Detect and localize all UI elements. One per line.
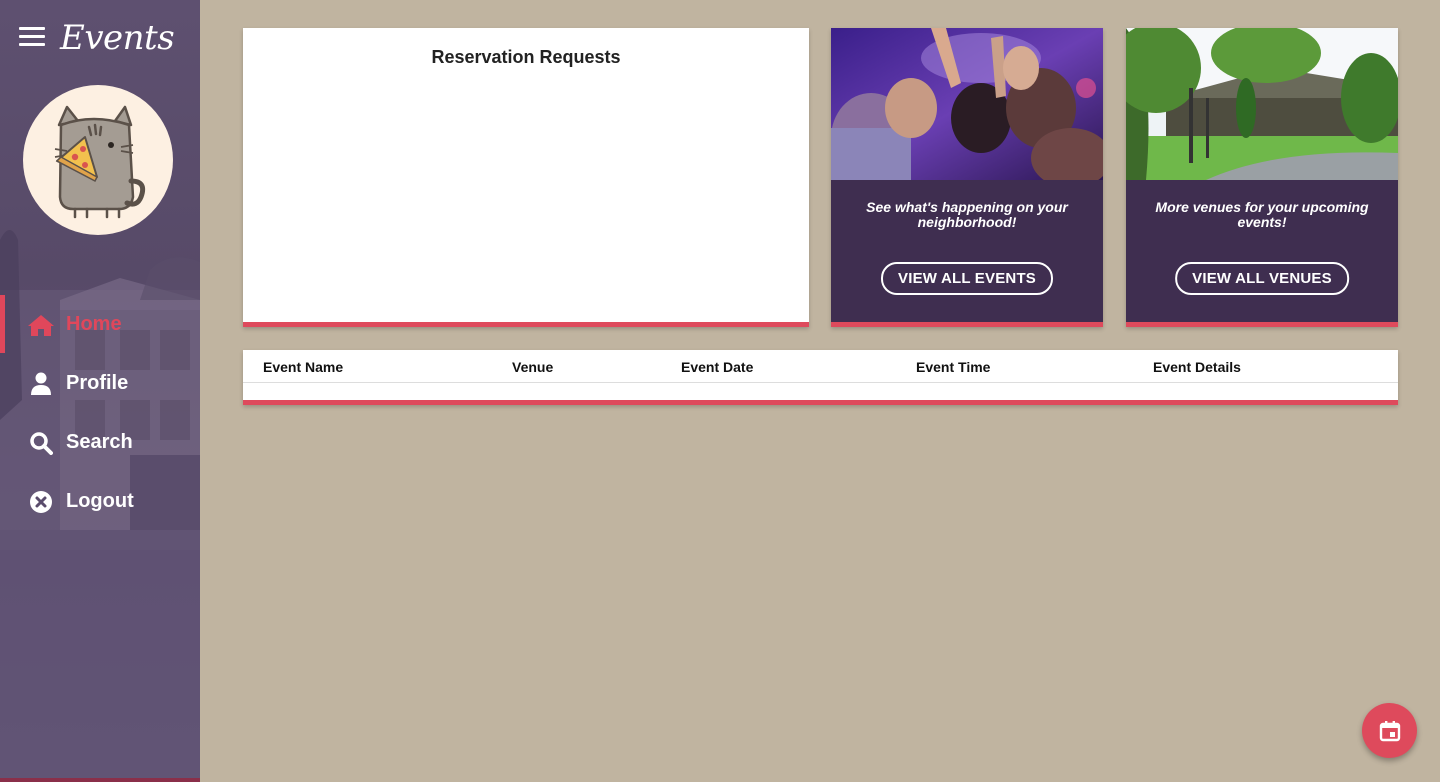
app-brand: Events — [60, 18, 175, 58]
events-promo-card: See what's happening on your neighborhoo… — [831, 28, 1103, 327]
sidebar-item-search[interactable]: Search — [0, 413, 200, 472]
party-crowd-photo — [831, 28, 1103, 180]
column-header-event-time[interactable]: Event Time — [916, 359, 990, 375]
sidebar-nav: Home Profile Search Logout — [0, 295, 200, 531]
column-header-event-details[interactable]: Event Details — [1153, 359, 1241, 375]
venues-promo-text: More venues for your upcoming events! — [1155, 199, 1369, 230]
reservation-requests-title: Reservation Requests — [431, 47, 621, 67]
reservation-requests-card: Reservation Requests — [243, 28, 809, 327]
user-icon — [26, 369, 56, 399]
events-promo-text: See what's happening on your neighborhoo… — [866, 199, 1068, 230]
close-circle-icon — [26, 487, 56, 517]
calendar-icon — [1379, 720, 1400, 741]
events-table: Event Name Venue Event Date Event Time E… — [243, 350, 1398, 405]
sidebar-item-home[interactable]: Home — [0, 295, 200, 354]
table-header: Event Name Venue Event Date Event Time E… — [243, 350, 1398, 383]
sidebar-item-logout[interactable]: Logout — [0, 472, 200, 531]
hamburger-menu-icon[interactable] — [19, 27, 45, 47]
sidebar-bottom-bar — [0, 778, 200, 782]
card-accent-bar — [243, 400, 1398, 405]
view-all-venues-button[interactable]: VIEW ALL VENUES — [1175, 262, 1349, 295]
venue-building-photo — [1126, 28, 1398, 180]
venues-promo-card: More venues for your upcoming events! VI… — [1126, 28, 1398, 327]
column-header-event-date[interactable]: Event Date — [681, 359, 753, 375]
calendar-fab-button[interactable] — [1362, 703, 1417, 758]
avatar[interactable] — [23, 85, 173, 235]
sidebar: Events Home Profile Search Logout — [0, 0, 200, 782]
view-all-events-button[interactable]: VIEW ALL EVENTS — [880, 262, 1054, 295]
card-accent-bar — [831, 322, 1103, 327]
search-icon — [26, 428, 56, 458]
sidebar-item-label: Home — [66, 313, 122, 335]
column-header-event-name[interactable]: Event Name — [263, 359, 343, 375]
column-header-venue[interactable]: Venue — [512, 359, 553, 375]
sidebar-item-profile[interactable]: Profile — [0, 354, 200, 413]
card-accent-bar — [1126, 322, 1398, 327]
cat-pizza-illustration — [54, 105, 146, 219]
sidebar-item-label: Search — [66, 431, 133, 453]
sidebar-item-label: Logout — [66, 490, 134, 512]
card-accent-bar — [243, 322, 809, 327]
sidebar-item-label: Profile — [66, 372, 129, 394]
home-icon — [26, 310, 56, 340]
